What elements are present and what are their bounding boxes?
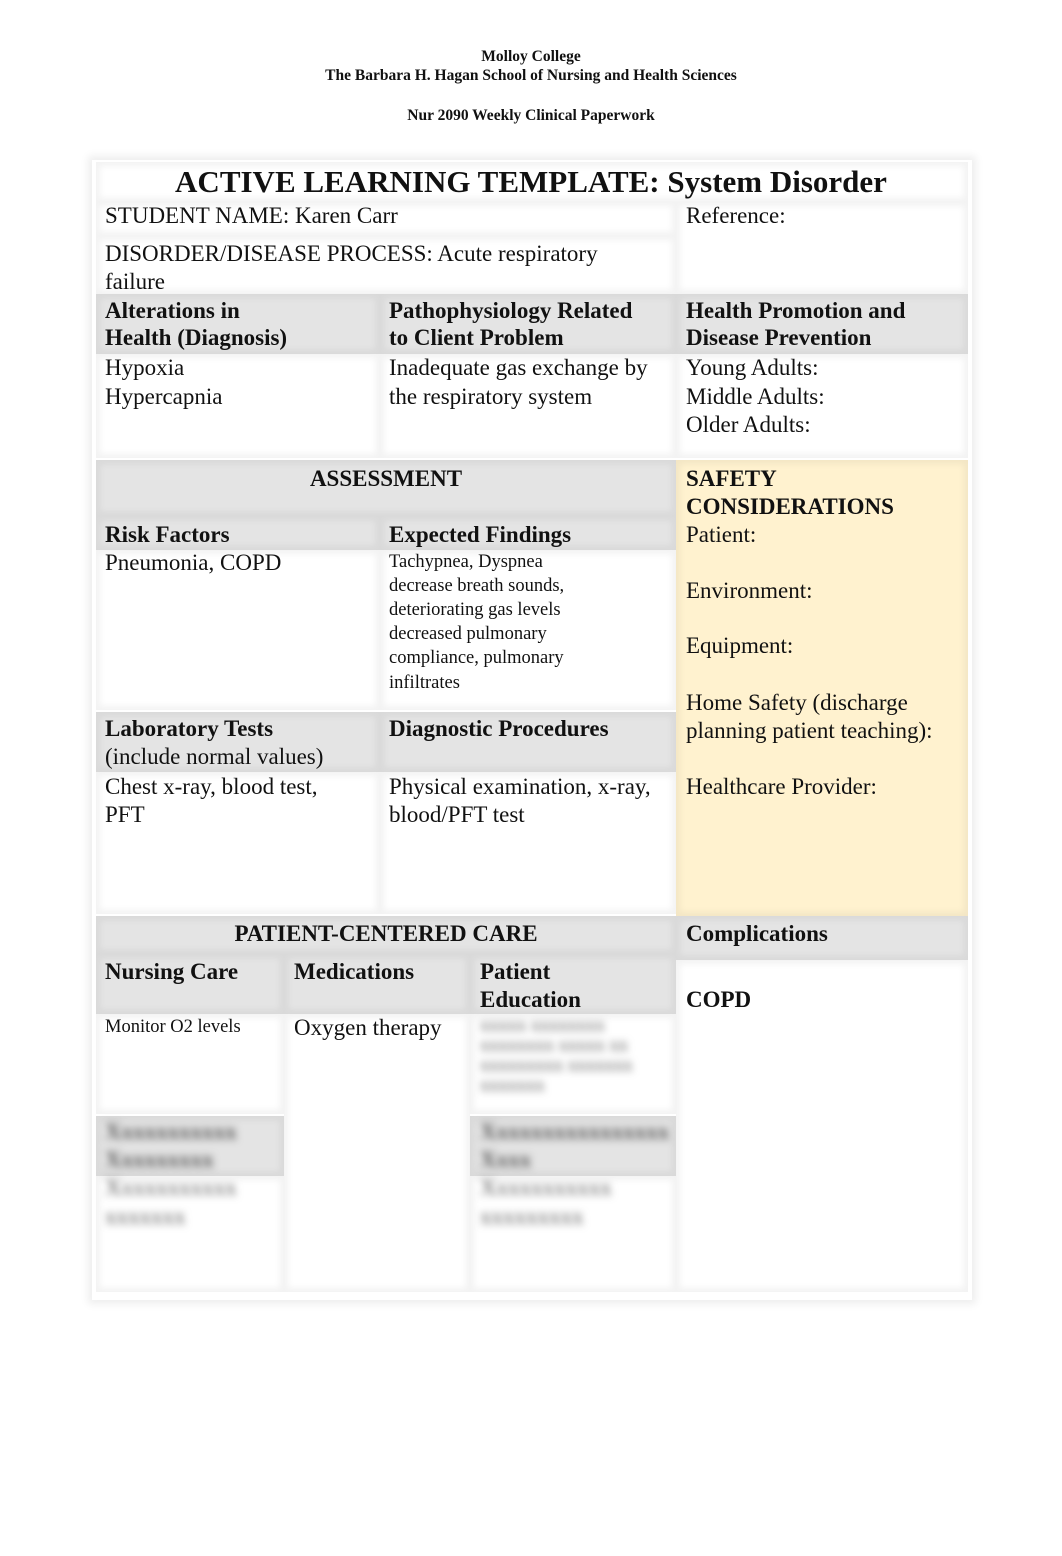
lab-test-line: Chest x-ray, blood test, <box>105 774 318 799</box>
nursing-care-value: Monitor O2 levels <box>105 1017 241 1037</box>
patho-line: the respiratory system <box>389 384 593 409</box>
safety-title-2: CONSIDERATIONS <box>686 494 894 519</box>
expected-finding: decreased pulmonary <box>389 624 547 644</box>
interprofessional-heading-1: Xxxxxxxxxxxxxxxx <box>480 1119 670 1144</box>
safety-provider: Healthcare Provider: <box>686 774 877 799</box>
nursing-care-heading: Nursing Care <box>105 959 239 984</box>
patho-heading-1: Pathophysiology Related <box>389 298 633 323</box>
diagnostic-line: Physical examination, x-ray, <box>389 774 651 799</box>
medications-cell <box>284 1014 470 1292</box>
interprofessional-heading-2: Xxxx <box>480 1147 532 1172</box>
safety-patient: Patient: <box>686 522 757 547</box>
expected-findings-heading: Expected Findings <box>389 522 572 547</box>
school-name: The Barbara H. Hagan School of Nursing a… <box>325 67 737 84</box>
education-heading-1: Patient <box>480 959 551 984</box>
education-blurred-line: xxxxxxx <box>480 1076 545 1096</box>
lab-test-line: PFT <box>105 802 145 827</box>
safety-home-2: planning patient teaching): <box>686 718 933 743</box>
complications-value: COPD <box>686 987 752 1012</box>
health-item-young: Young Adults: <box>686 355 819 380</box>
safety-home-1: Home Safety (discharge <box>686 690 908 715</box>
expected-finding: decrease breath sounds, <box>389 576 565 596</box>
alteration-item: Hypoxia <box>105 355 185 380</box>
therapeutic-heading-2: Xxxxxxxxx <box>105 1147 214 1172</box>
health-item-middle: Middle Adults: <box>686 384 825 409</box>
diagnostic-line: blood/PFT test <box>389 802 525 827</box>
disorder-line-1: DISORDER/DISEASE PROCESS: Acute respirat… <box>105 241 598 266</box>
health-item-older: Older Adults: <box>686 412 811 437</box>
alterations-heading-1: Alterations in <box>105 298 240 323</box>
alteration-item: Hypercapnia <box>105 384 223 409</box>
therapeutic-heading-1: Xxxxxxxxxxx <box>105 1119 237 1144</box>
expected-finding: infiltrates <box>389 673 460 693</box>
lab-tests-heading: Laboratory Tests <box>105 716 274 741</box>
alterations-heading-2: Health (Diagnosis) <box>105 325 288 350</box>
course-title: Nur 2090 Weekly Clinical Paperwork <box>407 107 655 124</box>
medications-heading: Medications <box>294 959 415 984</box>
health-heading-2: Disease Prevention <box>686 325 872 350</box>
medications-value: Oxygen therapy <box>294 1015 442 1040</box>
therapeutic-blurred-line: xxxxxxx <box>105 1204 186 1229</box>
care-title: PATIENT-CENTERED CARE <box>234 921 538 946</box>
complications-heading: Complications <box>686 921 828 946</box>
interprofessional-blurred-line: xxxxxxxxx <box>480 1204 584 1229</box>
education-heading-2: Education <box>480 987 581 1012</box>
assessment-title: ASSESSMENT <box>309 466 463 491</box>
template-title: ACTIVE LEARNING TEMPLATE: System Disorde… <box>175 164 887 199</box>
patho-line: Inadequate gas exchange by <box>389 355 648 380</box>
safety-title-1: SAFETY <box>686 466 777 491</box>
interprofessional-blurred-line: Xxxxxxxxxxx <box>480 1175 612 1200</box>
lab-tests-subheading: (include normal values) <box>105 744 324 769</box>
risk-factors-value: Pneumonia, COPD <box>105 550 282 575</box>
college-name: Molloy College <box>481 48 581 65</box>
safety-environment: Environment: <box>686 578 813 603</box>
expected-finding: Tachypnea, Dyspnea <box>389 552 543 572</box>
patho-heading-2: to Client Problem <box>389 325 564 350</box>
risk-factors-heading: Risk Factors <box>105 522 230 547</box>
therapeutic-blurred-line: Xxxxxxxxxxx <box>105 1175 237 1200</box>
reference-label: Reference: <box>686 203 786 228</box>
health-heading-1: Health Promotion and <box>686 298 906 323</box>
student-name: STUDENT NAME: Karen Carr <box>105 203 398 228</box>
diagnostic-heading: Diagnostic Procedures <box>389 716 609 741</box>
expected-finding: compliance, pulmonary <box>389 648 564 668</box>
disorder-line-2: failure <box>105 269 166 294</box>
expected-finding: deteriorating gas levels <box>389 600 561 620</box>
safety-equipment: Equipment: <box>686 633 794 658</box>
